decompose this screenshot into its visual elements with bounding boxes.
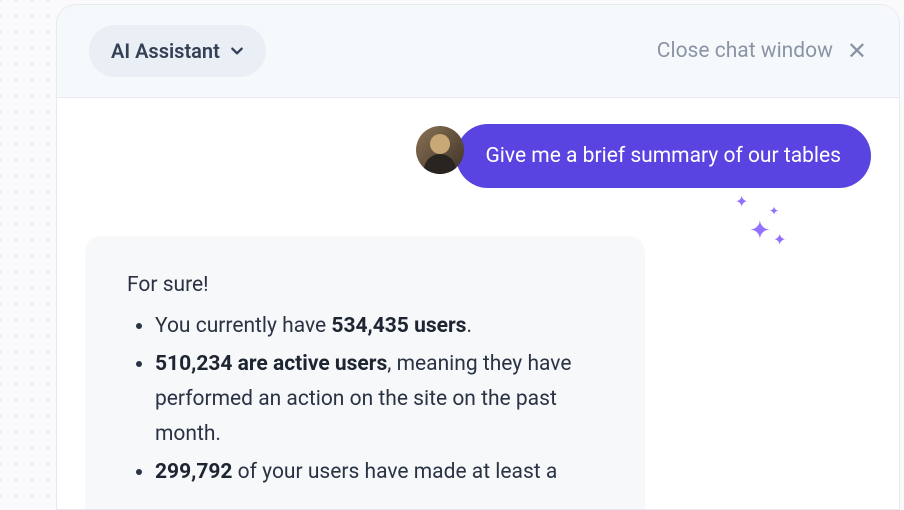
assistant-dropdown[interactable]: AI Assistant: [89, 25, 266, 77]
close-icon: ✕: [847, 39, 867, 63]
chevron-down-icon: [230, 44, 244, 58]
assistant-message-bubble: For sure! You currently have 534,435 use…: [85, 236, 645, 510]
list-item: 510,234 are active users, meaning they h…: [155, 347, 603, 451]
list-item: 299,792 of your users have made at least…: [155, 455, 603, 490]
user-message-bubble: Give me a brief summary of our tables: [456, 124, 872, 188]
assistant-intro-text: For sure!: [127, 268, 603, 303]
sparkle-icon: ✦ ✦ ✦ ✦: [725, 192, 795, 262]
chat-header: AI Assistant Close chat window ✕: [57, 5, 899, 98]
user-message-text: Give me a brief summary of our tables: [486, 144, 842, 168]
assistant-dropdown-label: AI Assistant: [111, 39, 220, 63]
close-chat-button[interactable]: Close chat window ✕: [657, 39, 867, 63]
chat-panel: AI Assistant Close chat window ✕ Give me…: [56, 4, 900, 510]
list-item: You currently have 534,435 users.: [155, 309, 603, 344]
avatar: [416, 126, 464, 174]
decorative-dots-background: [0, 0, 60, 510]
chat-body: Give me a brief summary of our tables ✦ …: [57, 98, 899, 510]
close-chat-label: Close chat window: [657, 39, 833, 63]
user-message-row: Give me a brief summary of our tables: [85, 124, 871, 188]
assistant-bullet-list: You currently have 534,435 users. 510,23…: [127, 309, 603, 490]
